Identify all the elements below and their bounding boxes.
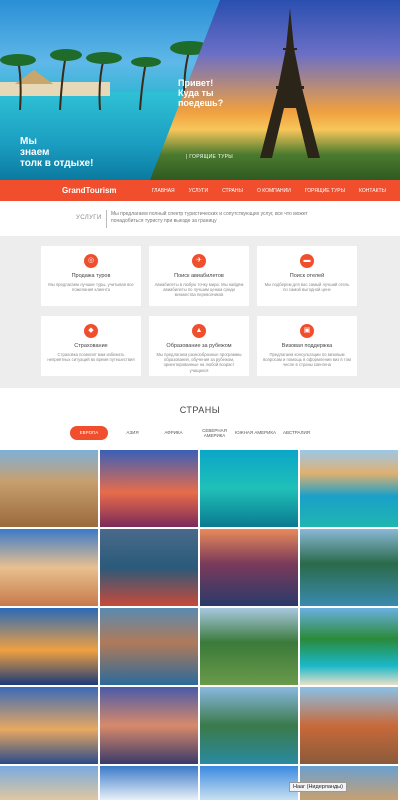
shield-icon: ◆	[84, 324, 98, 338]
country-photo-tile[interactable]	[200, 766, 298, 800]
country-photo-tile[interactable]	[300, 529, 398, 606]
service-card-flights[interactable]: ✈ Поиск авиабилетов Авиабилеты в любую т…	[149, 246, 249, 306]
country-photo-tile[interactable]	[0, 450, 98, 527]
tab-north-america[interactable]: СЕВЕРНАЯ АМЕРИКА	[194, 428, 235, 439]
globe-icon: ◎	[84, 254, 98, 268]
country-photo-tile[interactable]	[100, 529, 198, 606]
hero-caption-right: Привет! Куда ты поедешь?	[178, 78, 224, 108]
services-intro: УСЛУГИ Мы предлагаем полный спектр турис…	[0, 201, 400, 236]
service-title: Визовая поддержка	[281, 343, 333, 349]
hero-caption-left: Мы знаем толк в отдыхе!	[20, 136, 94, 169]
service-title: Образование за рубежом	[166, 343, 232, 349]
tab-africa[interactable]: АФРИКА	[153, 430, 194, 436]
plane-icon: ✈	[192, 254, 206, 268]
hero-banner: Мы знаем толк в отдыхе! Привет! Куда ты …	[0, 0, 400, 180]
section-title: УСЛУГИ	[76, 215, 102, 221]
country-photo-tile[interactable]	[200, 608, 298, 685]
hot-tours-link[interactable]: | ГОРЯЩИЕ ТУРЫ	[186, 154, 233, 160]
nav-item-services[interactable]: УСЛУГИ	[189, 188, 208, 194]
graduation-icon: ▲	[192, 324, 206, 338]
country-photo-tile[interactable]	[200, 450, 298, 527]
tab-australia[interactable]: АВСТРАЛИЯ	[276, 430, 317, 436]
country-photo-tile[interactable]	[0, 529, 98, 606]
country-photo-tile[interactable]	[300, 608, 398, 685]
services-grid: ◎ Продажа туров Мы предлагаем лучшие тур…	[0, 236, 400, 388]
service-text: Мы подберем для вас самый лучший отель п…	[264, 282, 350, 293]
service-text: Мы предлагаем разнообразные программы об…	[156, 352, 242, 373]
country-photo-tile[interactable]	[300, 450, 398, 527]
country-photo-tile[interactable]	[0, 608, 98, 685]
country-photo-tile[interactable]	[100, 608, 198, 685]
passport-icon: ▣	[300, 324, 314, 338]
nav-item-hot-tours[interactable]: ГОРЯЩИЕ ТУРЫ	[305, 188, 345, 194]
service-card-insurance[interactable]: ◆ Страхование Страховка позволит вам изб…	[41, 316, 141, 376]
country-photo-tile[interactable]	[100, 766, 198, 800]
country-photo-tile[interactable]	[200, 529, 298, 606]
nav-item-contacts[interactable]: КОНТАКТЫ	[359, 188, 386, 194]
tab-south-america[interactable]: ЮЖНАЯ АМЕРИКА	[235, 430, 276, 436]
nav-item-countries[interactable]: СТРАНЫ	[222, 188, 243, 194]
country-photo-tile[interactable]	[0, 766, 98, 800]
nav-item-about[interactable]: О КОМПАНИИ	[257, 188, 291, 194]
country-photo-tile[interactable]	[300, 687, 398, 764]
service-title: Продажа туров	[71, 273, 111, 279]
service-card-tours[interactable]: ◎ Продажа туров Мы предлагаем лучшие тур…	[41, 246, 141, 306]
services-description: Мы предлагаем полный спектр туристически…	[111, 211, 308, 224]
photo-tooltip: Нааг (Нидерланды)	[289, 782, 347, 792]
country-photo-tile[interactable]	[0, 687, 98, 764]
service-card-education[interactable]: ▲ Образование за рубежом Мы предлагаем р…	[149, 316, 249, 376]
bed-icon: ▬	[300, 254, 314, 268]
countries-title: СТРАНЫ	[179, 405, 221, 415]
country-photo-tile[interactable]	[100, 687, 198, 764]
service-title: Страхование	[74, 343, 108, 349]
eiffel-tower-illustration	[260, 8, 320, 158]
region-tabs: ЕВРОПА АЗИЯ АФРИКА СЕВЕРНАЯ АМЕРИКА ЮЖНА…	[70, 426, 317, 440]
service-text: Страховка позволит вам избежать неприятн…	[47, 352, 135, 363]
service-text: Предлагаем консультации по визовым вопро…	[263, 352, 351, 368]
brand-logo[interactable]: GrandTourism	[62, 186, 152, 195]
service-text: Мы предлагаем лучшие туры, учитывая все …	[48, 282, 134, 293]
tab-asia[interactable]: АЗИЯ	[112, 430, 153, 436]
main-navigation: GrandTourism ГЛАВНАЯ УСЛУГИ СТРАНЫ О КОМ…	[0, 180, 400, 201]
service-card-visa[interactable]: ▣ Визовая поддержка Предлагаем консульта…	[257, 316, 357, 376]
service-text: Авиабилеты в любую точку мира. Мы найдём…	[154, 282, 244, 298]
divider	[106, 210, 107, 228]
nav-item-home[interactable]: ГЛАВНАЯ	[152, 188, 175, 194]
service-card-hotels[interactable]: ▬ Поиск отелей Мы подберем для вас самый…	[257, 246, 357, 306]
country-photo-tile[interactable]	[200, 687, 298, 764]
country-gallery	[0, 450, 400, 800]
tab-europe[interactable]: ЕВРОПА	[70, 426, 108, 440]
service-title: Поиск авиабилетов	[174, 273, 224, 279]
country-photo-tile[interactable]	[100, 450, 198, 527]
service-title: Поиск отелей	[289, 273, 325, 279]
